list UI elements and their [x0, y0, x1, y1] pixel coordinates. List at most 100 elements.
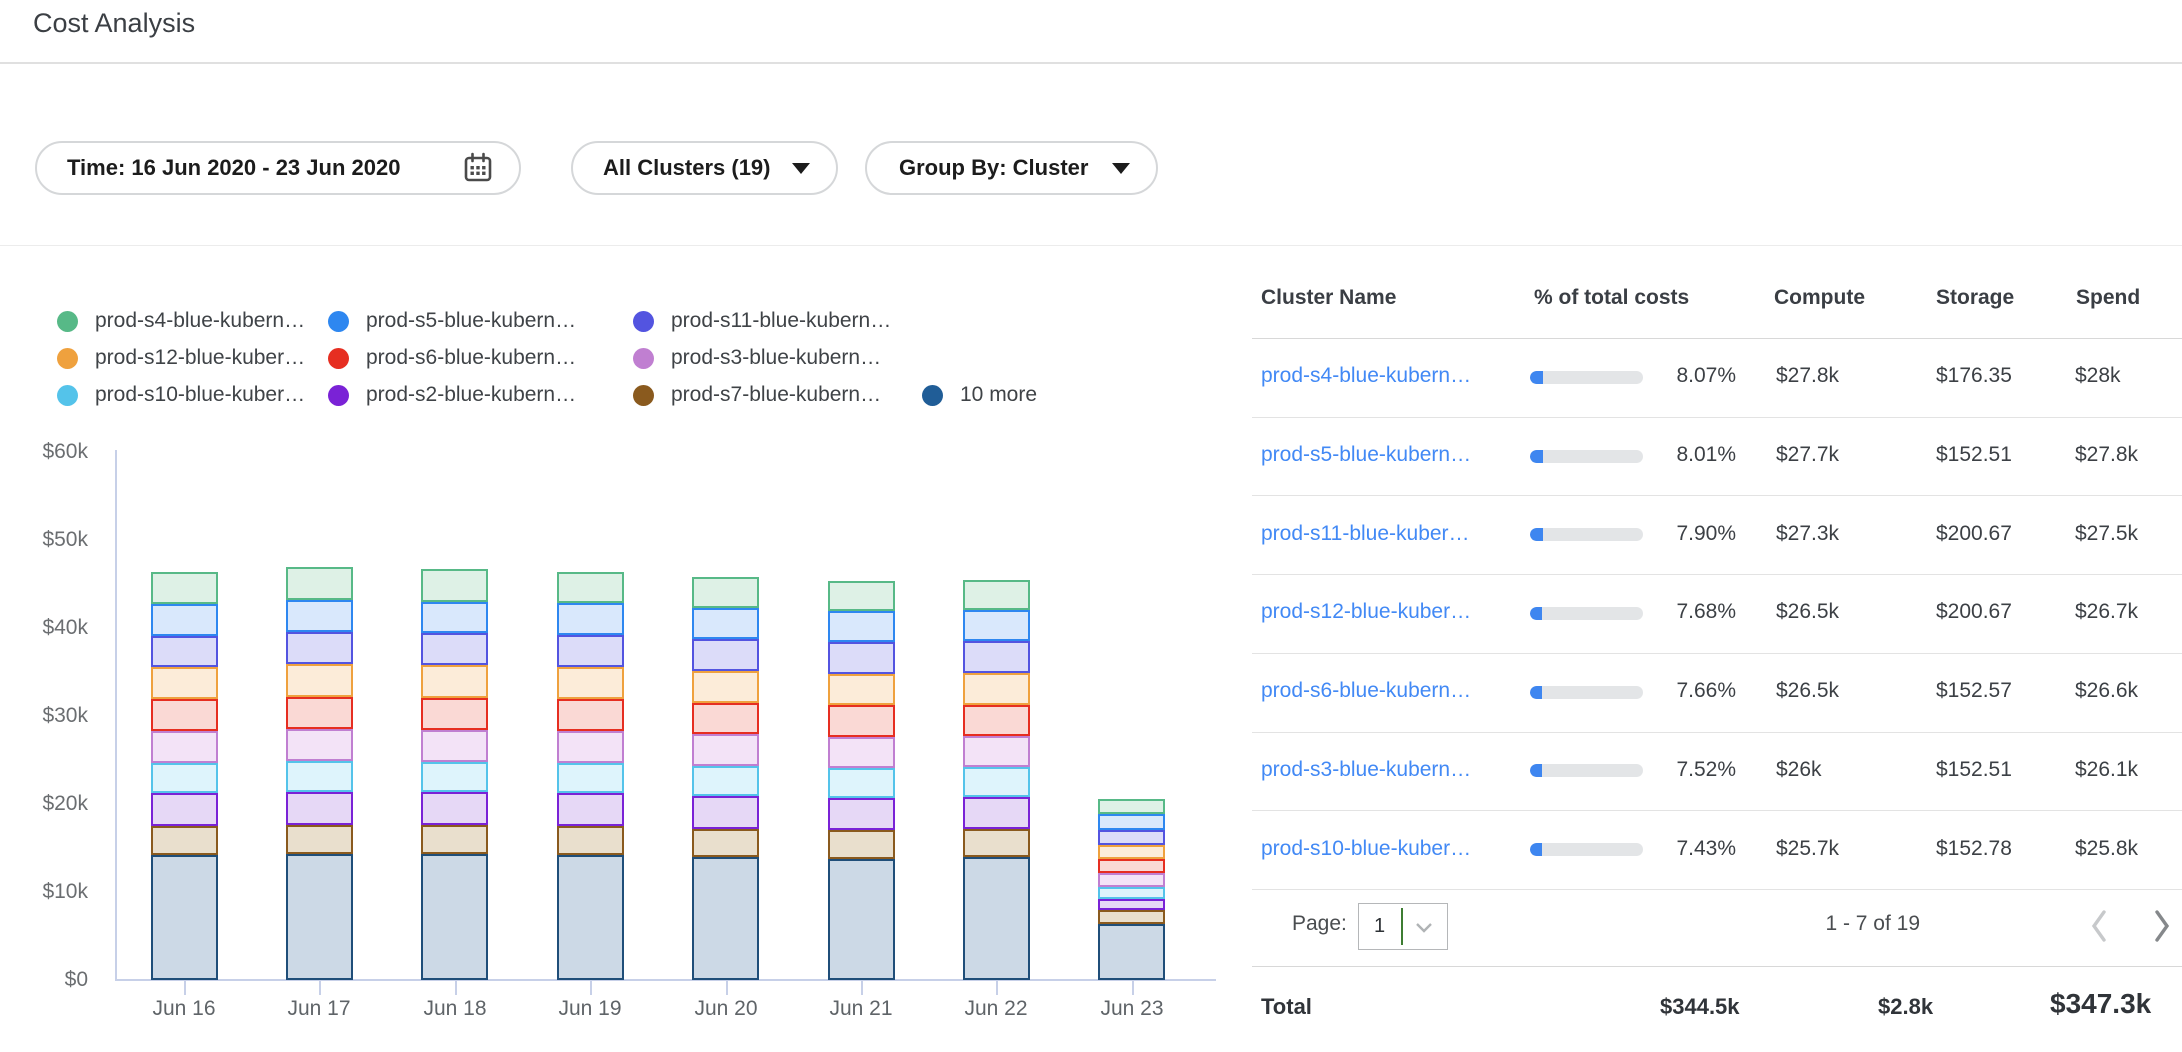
bar-segment[interactable]: [828, 859, 895, 980]
bar-segment[interactable]: [286, 567, 353, 600]
bar-segment[interactable]: [692, 857, 759, 980]
column-header[interactable]: Storage: [1936, 286, 2014, 310]
bar-segment[interactable]: [557, 826, 624, 855]
bar-segment[interactable]: [828, 642, 895, 674]
bar-segment[interactable]: [1098, 887, 1165, 899]
bar-segment[interactable]: [286, 664, 353, 697]
bar-segment[interactable]: [421, 792, 488, 825]
bar-segment[interactable]: [1098, 910, 1165, 923]
bar-segment[interactable]: [421, 825, 488, 854]
legend-item[interactable]: prod-s6-blue-kubern…: [328, 345, 576, 371]
bar-segment[interactable]: [828, 798, 895, 831]
bar-segment[interactable]: [286, 632, 353, 664]
column-header[interactable]: % of total costs: [1534, 286, 1689, 310]
bar-segment[interactable]: [963, 829, 1030, 857]
bar-segment[interactable]: [286, 697, 353, 730]
bar-segment[interactable]: [1098, 899, 1165, 910]
bar-segment[interactable]: [557, 731, 624, 763]
prev-page-button[interactable]: [2087, 907, 2111, 950]
bar-segment[interactable]: [557, 855, 624, 980]
bar-segment[interactable]: [421, 730, 488, 762]
bar-segment[interactable]: [421, 633, 488, 665]
cluster-name-link[interactable]: prod-s5-blue-kubern…: [1261, 443, 1471, 467]
bar-segment[interactable]: [963, 641, 1030, 673]
bar-segment[interactable]: [692, 829, 759, 857]
bar-segment[interactable]: [1098, 814, 1165, 831]
bar-segment[interactable]: [151, 699, 218, 731]
bar-segment[interactable]: [286, 825, 353, 854]
bar-segment[interactable]: [828, 830, 895, 858]
legend-item[interactable]: prod-s7-blue-kubern…: [633, 382, 881, 408]
bar-segment[interactable]: [286, 792, 353, 825]
bar-segment[interactable]: [557, 667, 624, 700]
legend-item[interactable]: prod-s5-blue-kubern…: [328, 308, 576, 334]
bar-segment[interactable]: [1098, 799, 1165, 814]
legend-item[interactable]: prod-s2-blue-kubern…: [328, 382, 576, 408]
bar-segment[interactable]: [421, 569, 488, 602]
bar-segment[interactable]: [557, 699, 624, 731]
bar-segment[interactable]: [151, 763, 218, 793]
bar-segment[interactable]: [151, 793, 218, 826]
bar-segment[interactable]: [963, 857, 1030, 980]
group-by-filter[interactable]: Group By: Cluster: [865, 141, 1158, 195]
bar-segment[interactable]: [557, 763, 624, 793]
bar-segment[interactable]: [828, 611, 895, 642]
legend-item[interactable]: prod-s3-blue-kubern…: [633, 345, 881, 371]
cluster-name-link[interactable]: prod-s4-blue-kubern…: [1261, 364, 1471, 388]
page-select[interactable]: 1: [1358, 903, 1448, 950]
bar-segment[interactable]: [557, 572, 624, 604]
bar-segment[interactable]: [963, 705, 1030, 737]
bar-segment[interactable]: [557, 603, 624, 635]
bar-segment[interactable]: [421, 665, 488, 698]
bar-segment[interactable]: [557, 793, 624, 826]
cluster-name-link[interactable]: prod-s12-blue-kuber…: [1261, 600, 1471, 624]
bar-segment[interactable]: [963, 580, 1030, 611]
bar-segment[interactable]: [151, 826, 218, 855]
bar-segment[interactable]: [1098, 873, 1165, 887]
bar-segment[interactable]: [828, 705, 895, 737]
bar-segment[interactable]: [1098, 830, 1165, 845]
legend-item[interactable]: prod-s11-blue-kubern…: [633, 308, 891, 334]
bar-segment[interactable]: [1098, 859, 1165, 873]
bar-segment[interactable]: [963, 673, 1030, 705]
clusters-filter[interactable]: All Clusters (19): [571, 141, 838, 195]
bar-segment[interactable]: [286, 761, 353, 792]
bar-segment[interactable]: [286, 729, 353, 761]
legend-item[interactable]: prod-s12-blue-kuber…: [57, 345, 305, 371]
column-header[interactable]: Compute: [1774, 286, 1865, 310]
bar-segment[interactable]: [692, 608, 759, 640]
bar-segment[interactable]: [151, 636, 218, 667]
next-page-button[interactable]: [2150, 907, 2174, 950]
bar-segment[interactable]: [692, 734, 759, 766]
bar-segment[interactable]: [421, 854, 488, 980]
cluster-name-link[interactable]: prod-s10-blue-kuber…: [1261, 837, 1471, 861]
bar-segment[interactable]: [828, 737, 895, 768]
legend-item[interactable]: prod-s10-blue-kuber…: [57, 382, 305, 408]
bar-segment[interactable]: [151, 667, 218, 700]
cluster-name-link[interactable]: prod-s3-blue-kubern…: [1261, 758, 1471, 782]
bar-segment[interactable]: [286, 600, 353, 633]
time-range-filter[interactable]: Time: 16 Jun 2020 - 23 Jun 2020: [35, 141, 521, 195]
bar-segment[interactable]: [692, 766, 759, 796]
bar-segment[interactable]: [151, 572, 218, 605]
bar-segment[interactable]: [421, 602, 488, 634]
bar-segment[interactable]: [286, 854, 353, 980]
bar-segment[interactable]: [692, 671, 759, 703]
bar-segment[interactable]: [151, 855, 218, 980]
bar-segment[interactable]: [828, 581, 895, 611]
bar-segment[interactable]: [692, 577, 759, 608]
bar-segment[interactable]: [421, 762, 488, 792]
bar-segment[interactable]: [151, 731, 218, 763]
bar-segment[interactable]: [557, 635, 624, 667]
bar-segment[interactable]: [1098, 924, 1165, 980]
cluster-name-link[interactable]: prod-s11-blue-kuber…: [1261, 522, 1470, 546]
bar-segment[interactable]: [1098, 845, 1165, 858]
bar-segment[interactable]: [828, 768, 895, 798]
bar-segment[interactable]: [963, 797, 1030, 829]
bar-segment[interactable]: [421, 698, 488, 731]
column-header[interactable]: Spend: [2076, 286, 2140, 310]
bar-segment[interactable]: [963, 610, 1030, 641]
bar-segment[interactable]: [963, 736, 1030, 767]
bar-segment[interactable]: [692, 796, 759, 829]
bar-segment[interactable]: [692, 639, 759, 671]
